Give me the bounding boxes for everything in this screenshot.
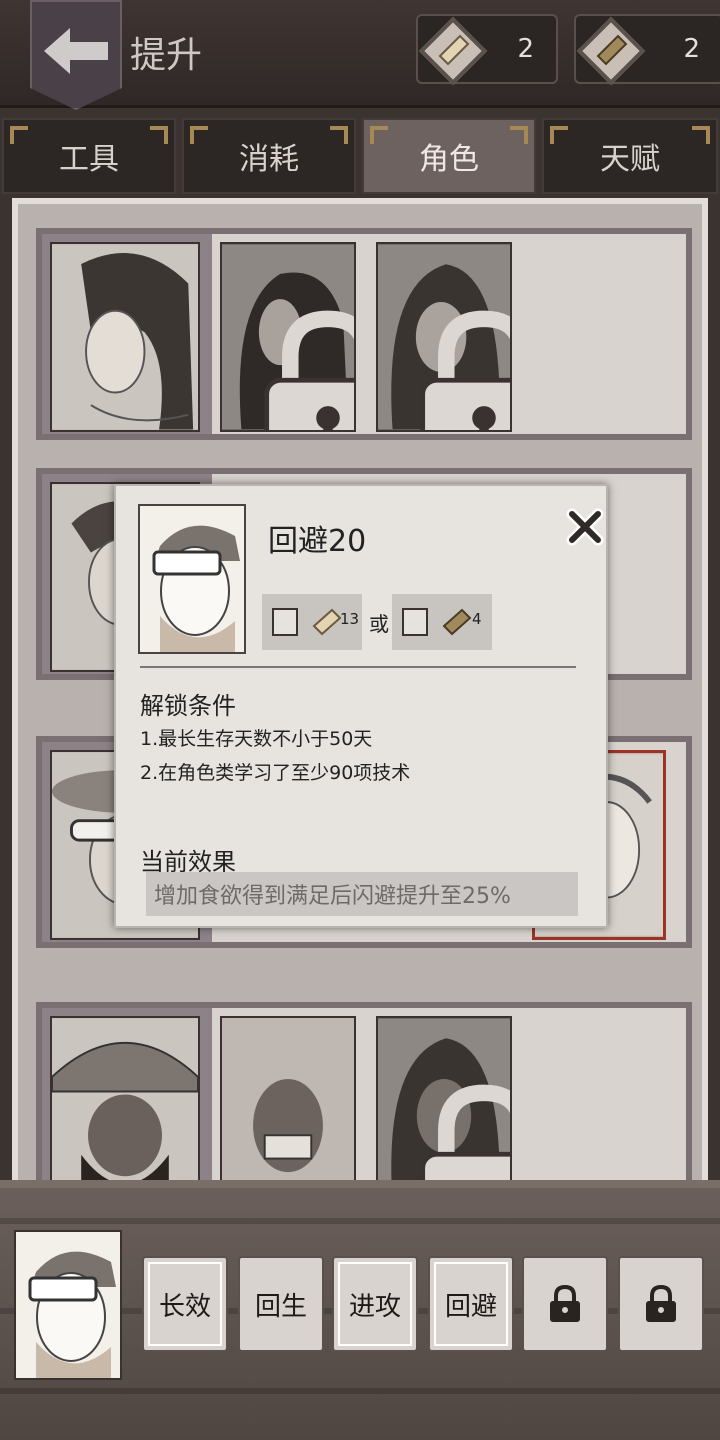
cost-option-light-scroll[interactable]: 13 [262,594,362,650]
character-portrait-locked[interactable] [376,1016,512,1182]
or-label: 或 [369,612,389,636]
skill-button-revive[interactable]: 回生 [238,1256,324,1352]
skill-button-locked[interactable] [522,1256,608,1352]
page-title: 提升 [130,35,203,76]
character-row [36,228,692,440]
effect-text: 增加食欲得到满足后闪避提升至25% [146,872,578,916]
lock-icon [420,1084,510,1182]
condition-item: 1.最长生存天数不小于50天 [140,728,373,750]
tab-consumables[interactable]: 消耗 [182,118,356,194]
condition-item: 2.在角色类学习了至少90项技术 [140,762,411,784]
lock-icon [264,310,354,430]
bottom-skill-bar: 长效 回生 进攻 回避 [0,1180,720,1440]
popup-portrait [138,504,246,654]
tab-characters[interactable]: 角色 [362,118,536,194]
tab-talents[interactable]: 天赋 [542,118,718,194]
skill-button-locked[interactable] [618,1256,704,1352]
light-scroll-icon [438,34,470,66]
back-arrow-icon [44,28,108,74]
close-icon[interactable] [566,508,604,546]
skill-button-evade[interactable]: 回避 [428,1256,514,1352]
dark-scroll-icon [596,34,628,66]
unlock-heading: 解锁条件 [140,692,236,720]
woman-portrait-icon [52,244,198,430]
character-portrait[interactable] [50,242,200,432]
lock-icon [550,1284,580,1322]
currency-dark-scroll[interactable]: 2 [574,14,720,86]
divider [140,666,576,668]
tab-label: 天赋 [600,142,660,177]
back-button[interactable] [30,0,122,110]
light-scroll-icon [312,608,342,636]
currency-count: 2 [683,34,700,64]
character-portrait[interactable] [50,1016,200,1182]
tab-label: 角色 [419,142,479,177]
skill-detail-popup: 回避20 13 或 4 解锁条件 1.最长生存天数不小于50天 2.在角色类学习… [114,484,608,928]
cost-amount: 4 [472,610,482,628]
skill-label: 回避 [444,1291,497,1322]
currency-light-scroll[interactable]: 2 [416,14,558,86]
dreadlock-portrait-icon [222,1018,354,1182]
tab-label: 工具 [59,142,119,177]
skill-button-long-effect[interactable]: 长效 [142,1256,228,1352]
pirate-portrait-icon [52,1018,198,1182]
character-portrait-locked[interactable] [220,242,356,432]
character-portrait[interactable] [220,1016,356,1182]
tab-tools[interactable]: 工具 [2,118,176,194]
skill-label: 进攻 [348,1291,401,1322]
character-portrait-locked[interactable] [376,242,512,432]
selected-character-portrait [14,1230,122,1380]
goggles-portrait-icon [16,1232,120,1378]
goggles-portrait-icon [140,506,244,652]
currency-count: 2 [517,34,534,64]
checkbox[interactable] [402,608,428,636]
tab-label: 消耗 [239,142,299,177]
skill-label: 长效 [158,1291,211,1322]
character-row [36,1002,692,1182]
skill-label: 回生 [254,1291,307,1322]
cost-option-dark-scroll[interactable]: 4 [392,594,492,650]
cost-amount: 13 [340,610,360,628]
lock-icon [646,1284,676,1322]
dark-scroll-icon [442,608,472,636]
top-bar: 提升 2 2 [0,0,720,110]
tab-bar: 工具 消耗 角色 天赋 [0,118,720,196]
lock-icon [420,310,510,430]
popup-title: 回避20 [268,524,367,559]
checkbox[interactable] [272,608,298,636]
skill-button-attack[interactable]: 进攻 [332,1256,418,1352]
